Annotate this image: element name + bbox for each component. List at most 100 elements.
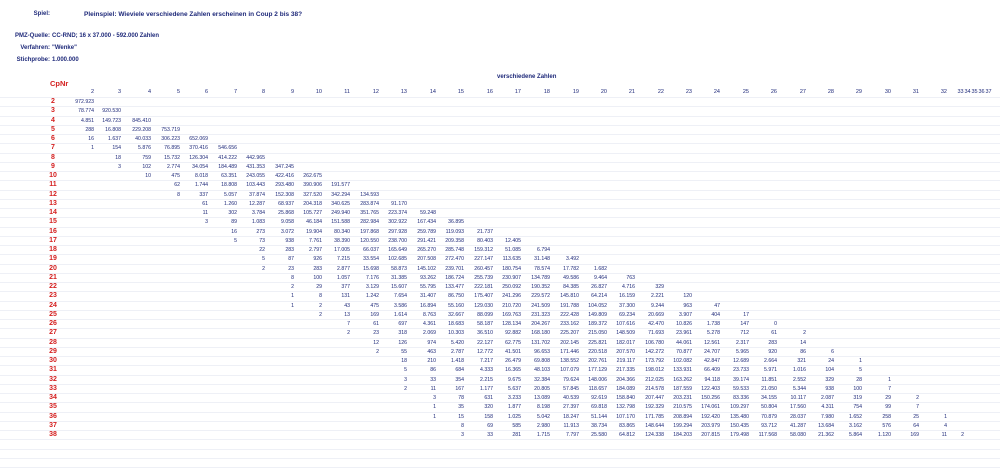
table-cell: 207.447 [645, 395, 664, 401]
table-cell: 210 [427, 358, 436, 364]
table-cell: 147 [740, 321, 749, 327]
table-cell: 86.750 [448, 293, 464, 300]
row-header: 9 [51, 162, 55, 170]
row-header: 22 [49, 283, 57, 290]
table-cell: 55.795 [420, 284, 436, 290]
table-cell: 291.421 [417, 237, 436, 244]
table-cell: 223.374 [388, 210, 407, 216]
table-cell: 1.242 [366, 293, 379, 300]
table-cell: 92.619 [591, 395, 607, 401]
row-header: 12 [49, 190, 57, 198]
table-cell: 210.575 [673, 404, 692, 411]
table-cell: 12 [373, 339, 379, 346]
table-cell: 1.877 [508, 404, 521, 411]
table-cell: 61 [373, 321, 379, 327]
table-cell: 2.215 [480, 376, 493, 383]
table-cell: 94.118 [704, 376, 720, 383]
table-cell: 974 [427, 339, 436, 346]
table-cell: 288 [85, 126, 94, 133]
table-cell: 198.012 [645, 367, 664, 374]
table-cell: 938 [825, 385, 834, 392]
table-cell: 3.784 [252, 210, 265, 216]
column-header: 27 [799, 89, 806, 95]
table-cell: 231.323 [531, 311, 550, 318]
table-cell: 262.675 [303, 173, 322, 179]
table-cell: 337 [199, 191, 208, 198]
table-cell: 168.180 [531, 330, 550, 337]
table-cell: 227.147 [474, 256, 493, 263]
table-cell: 920.530 [102, 108, 121, 115]
table-cell: 203.979 [701, 422, 720, 429]
row-header: 23 [49, 292, 57, 300]
table-cell: 10 [145, 173, 151, 179]
table-cell: 404 [711, 311, 720, 318]
table-cell: 297.928 [388, 228, 407, 235]
row-header: 37 [49, 421, 57, 429]
table-cell: 5 [234, 237, 237, 244]
table-cell: 21.050 [761, 385, 777, 392]
table-cell: 243.055 [246, 173, 265, 179]
table-cell: 10.303 [448, 330, 464, 337]
table-cell: 207.815 [701, 432, 720, 438]
table-cell: 7 [916, 404, 919, 411]
table-cell: 184.203 [673, 432, 692, 438]
table-cell: 225.207 [560, 330, 579, 337]
table-cell: 86 [430, 367, 436, 374]
column-header: 5 [176, 89, 180, 95]
table-cell: 250.092 [502, 284, 521, 290]
table-cell: 173.792 [645, 358, 664, 364]
table-cell: 204.366 [616, 376, 635, 383]
row-header: 27 [49, 329, 57, 337]
table-cell: 320 [484, 404, 493, 411]
table-cell: 422.416 [275, 173, 294, 179]
table-cell: 159.312 [474, 247, 493, 253]
table-cell: 197.868 [360, 228, 379, 235]
table-cell: 25.868 [278, 210, 294, 216]
table-cell: 184.489 [218, 163, 237, 170]
table-cell: 51.085 [505, 247, 521, 253]
table-cell: 238.700 [388, 237, 407, 244]
table-cell: 35 [458, 404, 464, 411]
table-cell: 2.069 [423, 330, 436, 337]
table-cell: 57.845 [563, 385, 579, 392]
table-cell: 241.509 [531, 302, 550, 309]
table-cell: 150.435 [730, 422, 749, 429]
table-cell: 106.780 [645, 339, 664, 346]
table-cell: 102.685 [388, 256, 407, 263]
table-cell: 191.788 [560, 302, 579, 309]
row-header: 33 [49, 384, 57, 392]
table-cell: 652.069 [189, 136, 208, 142]
table-cell: 29 [885, 395, 891, 401]
table-cell: 167.434 [417, 219, 436, 226]
table-cell: 152.308 [275, 191, 294, 198]
table-cell: 24 [828, 358, 834, 364]
table-cell: 2.664 [764, 358, 777, 364]
table-cell: 2.980 [537, 422, 550, 429]
row-header: 29 [49, 347, 57, 355]
table-cell: 25 [913, 413, 919, 420]
table-cell: 23 [288, 265, 294, 272]
column-header: 4 [147, 89, 151, 95]
table-cell: 15.732 [164, 154, 180, 161]
table-cell: 585 [512, 422, 521, 429]
table-cell: 9.675 [508, 376, 521, 383]
table-cell: 100 [313, 274, 322, 281]
grid-line [0, 198, 1000, 200]
table-cell: 16.808 [105, 126, 121, 133]
table-cell: 83.336 [733, 395, 749, 401]
table-cell: 171.785 [645, 413, 664, 420]
table-cell: 148.644 [645, 422, 664, 429]
table-cell: 8 [177, 191, 180, 198]
table-cell: 9.244 [651, 302, 664, 309]
table-cell: 70.879 [761, 413, 777, 420]
column-header: 21 [628, 89, 635, 95]
row-header: 28 [49, 338, 57, 346]
table-cell: 120 [683, 293, 692, 300]
table-cell: 1.682 [594, 265, 607, 272]
table-cell: 169 [910, 432, 919, 438]
table-cell: 5.876 [138, 145, 151, 152]
table-cell: 31.385 [391, 274, 407, 281]
table-cell: 41.287 [790, 422, 806, 429]
table-cell: 1.016 [793, 367, 806, 374]
table-cell: 24.707 [704, 348, 720, 355]
